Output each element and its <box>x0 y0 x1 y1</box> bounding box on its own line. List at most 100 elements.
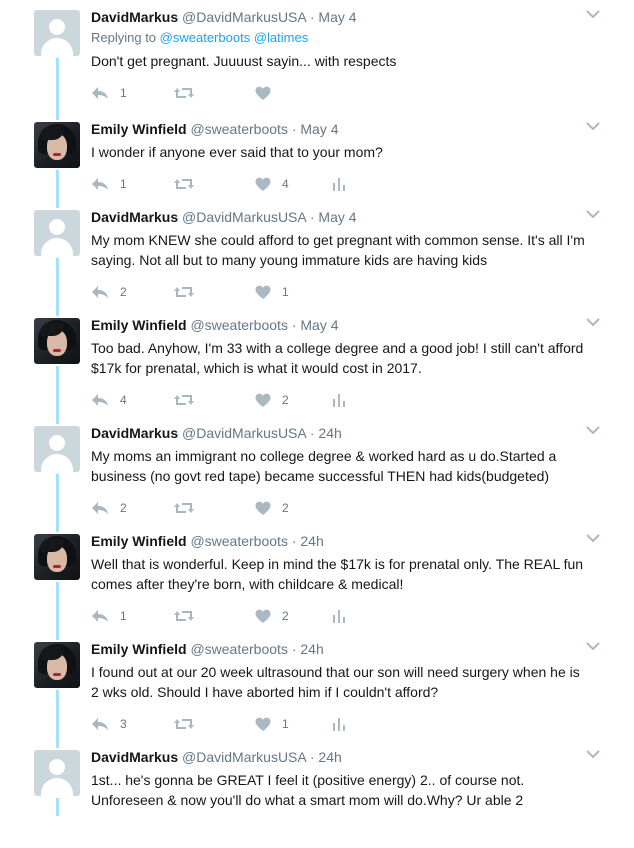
username-handle[interactable]: @sweaterboots <box>190 641 287 657</box>
reply-button[interactable]: 3 <box>91 715 127 733</box>
heart-icon <box>255 86 271 101</box>
tweet-text: 1st... he's gonna be GREAT I feel it (po… <box>91 770 601 810</box>
tweet-timestamp[interactable]: 24h <box>318 749 341 765</box>
tweet: DavidMarkus @DavidMarkusUSA · May 4 Reply… <box>0 0 634 108</box>
reply-count: 4 <box>120 393 127 407</box>
reply-icon <box>91 717 109 731</box>
retweet-button[interactable] <box>173 175 206 193</box>
avatar[interactable] <box>34 534 80 580</box>
replying-to-label: Replying to <box>91 30 157 45</box>
tweet: DavidMarkus @DavidMarkusUSA · May 4 My mo… <box>0 200 634 308</box>
default-avatar-body <box>41 454 73 472</box>
tweet-timestamp[interactable]: May 4 <box>318 9 356 25</box>
display-name[interactable]: DavidMarkus <box>91 749 178 765</box>
tweet-timestamp[interactable]: 24h <box>300 641 323 657</box>
username-handle[interactable]: @sweaterboots <box>190 121 287 137</box>
display-name[interactable]: DavidMarkus <box>91 209 178 225</box>
username-handle[interactable]: @sweaterboots <box>190 317 287 333</box>
display-name[interactable]: Emily Winfield <box>91 533 187 549</box>
tweet-actions: 21 <box>91 283 391 303</box>
username-handle[interactable]: @DavidMarkusUSA <box>182 425 306 441</box>
tweet-text-line: I wonder if anyone ever said that to you… <box>91 144 383 160</box>
retweet-button[interactable] <box>173 499 206 517</box>
like-button[interactable]: 1 <box>255 715 289 733</box>
avatar[interactable] <box>34 426 80 472</box>
retweet-button[interactable] <box>173 607 206 625</box>
heart-icon <box>255 717 271 732</box>
display-name[interactable]: DavidMarkus <box>91 9 178 25</box>
retweet-button[interactable] <box>173 715 206 733</box>
display-name[interactable]: Emily Winfield <box>91 121 187 137</box>
avatar[interactable] <box>34 750 80 796</box>
chevron-down-icon[interactable] <box>586 8 600 22</box>
avatar[interactable] <box>34 642 80 688</box>
analytics-button[interactable] <box>332 391 346 409</box>
chevron-down-icon[interactable] <box>586 316 600 330</box>
avatar[interactable] <box>34 318 80 364</box>
like-button[interactable]: 1 <box>255 283 289 301</box>
like-button[interactable] <box>255 84 282 102</box>
tweet: DavidMarkus @DavidMarkusUSA · 24h My moms… <box>0 416 634 524</box>
reply-button[interactable]: 1 <box>91 607 127 625</box>
mention-link[interactable]: @latimes <box>254 30 308 45</box>
tweet-text-line: 2 wks old. Should I have aborted him if … <box>91 684 439 700</box>
tweet-timestamp[interactable]: 24h <box>318 425 341 441</box>
analytics-button[interactable] <box>332 175 346 193</box>
chevron-down-icon[interactable] <box>586 640 600 654</box>
analytics-button[interactable] <box>332 715 346 733</box>
tweet: Emily Winfield @sweaterboots · 24h Well t… <box>0 524 634 632</box>
tweet-text-line: Unforeseen & now you'll do what a smart … <box>91 792 524 808</box>
avatar[interactable] <box>34 122 80 168</box>
mention-link[interactable]: @sweaterboots <box>160 30 251 45</box>
username-handle[interactable]: @DavidMarkusUSA <box>182 9 306 25</box>
avatar[interactable] <box>34 210 80 256</box>
username-handle[interactable]: @DavidMarkusUSA <box>182 749 306 765</box>
heart-icon <box>255 501 271 516</box>
chevron-down-icon[interactable] <box>586 120 600 134</box>
separator-dot: · <box>309 749 315 765</box>
retweet-button[interactable] <box>173 283 206 301</box>
tweet-timestamp[interactable]: 24h <box>300 533 323 549</box>
tweet-header: DavidMarkus @DavidMarkusUSA · May 4 <box>91 8 357 26</box>
analytics-icon <box>332 609 346 623</box>
chevron-down-icon[interactable] <box>586 748 600 762</box>
reply-count: 1 <box>120 609 127 623</box>
reply-button[interactable]: 1 <box>91 175 127 193</box>
reply-icon <box>91 609 109 623</box>
retweet-button[interactable] <box>173 391 206 409</box>
chevron-down-icon[interactable] <box>586 208 600 222</box>
tweet-header: DavidMarkus @DavidMarkusUSA · 24h <box>91 424 342 442</box>
reply-count: 3 <box>120 717 127 731</box>
tweet-timestamp[interactable]: May 4 <box>300 317 338 333</box>
tweet-text-line: $17k for prenatal, which is what it woul… <box>91 360 422 376</box>
like-count: 4 <box>282 177 289 191</box>
analytics-button[interactable] <box>332 607 346 625</box>
like-button[interactable]: 2 <box>255 607 289 625</box>
display-name[interactable]: Emily Winfield <box>91 317 187 333</box>
reply-count: 1 <box>120 86 127 100</box>
tweet: Emily Winfield @sweaterboots · May 4 Too … <box>0 308 634 416</box>
like-count: 1 <box>282 717 289 731</box>
default-avatar-head <box>49 435 65 451</box>
like-button[interactable]: 2 <box>255 499 289 517</box>
reply-button[interactable]: 2 <box>91 283 127 301</box>
display-name[interactable]: DavidMarkus <box>91 425 178 441</box>
reply-button[interactable]: 1 <box>91 84 127 102</box>
reply-button[interactable]: 2 <box>91 499 127 517</box>
like-button[interactable]: 4 <box>255 175 289 193</box>
username-handle[interactable]: @sweaterboots <box>190 533 287 549</box>
chevron-down-icon[interactable] <box>586 532 600 546</box>
like-button[interactable]: 2 <box>255 391 289 409</box>
reply-button[interactable]: 4 <box>91 391 127 409</box>
tweet-timestamp[interactable]: May 4 <box>300 121 338 137</box>
display-name[interactable]: Emily Winfield <box>91 641 187 657</box>
retweet-button[interactable] <box>173 84 206 102</box>
chevron-down-icon[interactable] <box>586 424 600 438</box>
tweet-header: Emily Winfield @sweaterboots · May 4 <box>91 316 339 334</box>
tweet-timestamp[interactable]: May 4 <box>318 209 356 225</box>
username-handle[interactable]: @DavidMarkusUSA <box>182 209 306 225</box>
tweet-actions: 14 <box>91 175 391 195</box>
heart-icon <box>255 177 271 192</box>
reply-count: 2 <box>120 501 127 515</box>
avatar[interactable] <box>34 10 80 56</box>
